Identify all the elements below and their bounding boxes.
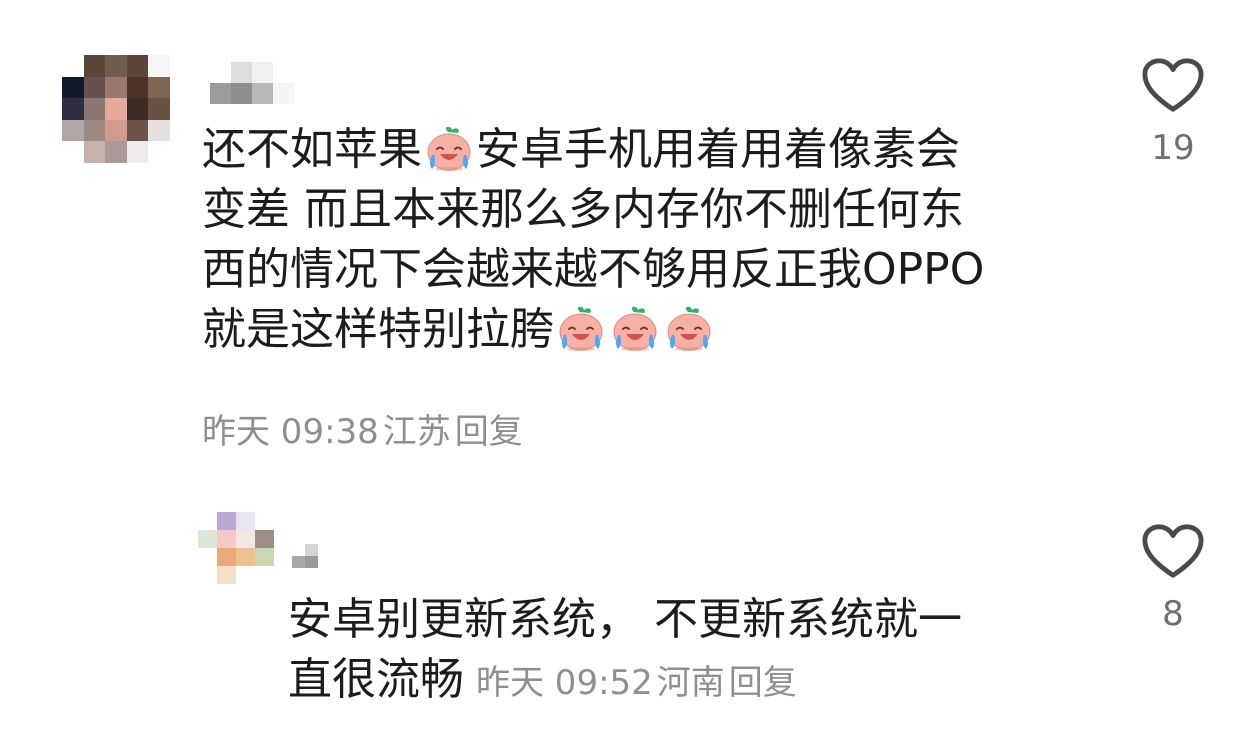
like-count: 8 (1162, 594, 1184, 634)
reply-meta: 昨天 09:52 河南 回复 (476, 663, 797, 703)
like-count: 19 (1151, 128, 1195, 168)
comment-line: 还不如苹果 安卓手机用着用着像素会 (202, 124, 960, 175)
like-button[interactable]: 19 (1138, 58, 1208, 168)
username-blurred[interactable] (210, 62, 294, 104)
comment-location: 江苏 (382, 412, 451, 452)
reply-username-blurred[interactable] (292, 544, 318, 568)
reply-text: 安卓别更新系统， 不更新系统就一 直很流畅 昨天 09:52 河南 回复 (288, 590, 962, 713)
reply-location: 河南 (656, 663, 725, 703)
comment-line: 变差 而且本来那么多内存你不删任何东 (202, 184, 964, 235)
comment-time: 昨天 09:38 (202, 412, 379, 452)
heart-outline-icon[interactable] (1142, 58, 1204, 114)
user-avatar[interactable] (62, 55, 170, 163)
crying-peach-emoji (556, 304, 606, 354)
reply-line: 安卓别更新系统， 不更新系统就一 (288, 594, 962, 645)
crying-peach-emoji (424, 124, 474, 174)
like-button[interactable]: 8 (1138, 524, 1208, 634)
comment-line: 西的情况下会越来越不够用反正我OPPO (202, 244, 985, 295)
reply-time: 昨天 09:52 (476, 663, 653, 703)
heart-outline-icon[interactable] (1142, 524, 1204, 580)
reply-button[interactable]: 回复 (455, 412, 523, 452)
crying-peach-emoji (664, 304, 714, 354)
comment-text: 还不如苹果 安卓手机用着用着像素会 变差 而且本来那么多内存你不删任何东 西的情况… (202, 120, 984, 360)
reply-user-avatar[interactable] (198, 512, 274, 584)
crying-peach-emoji (610, 304, 660, 354)
reply-button[interactable]: 回复 (729, 663, 797, 703)
comment-line: 就是这样特别拉胯 (202, 300, 984, 360)
comment-meta: 昨天 09:38 江苏 回复 (202, 404, 523, 453)
reply-line: 直很流畅 昨天 09:52 河南 回复 (288, 654, 797, 705)
